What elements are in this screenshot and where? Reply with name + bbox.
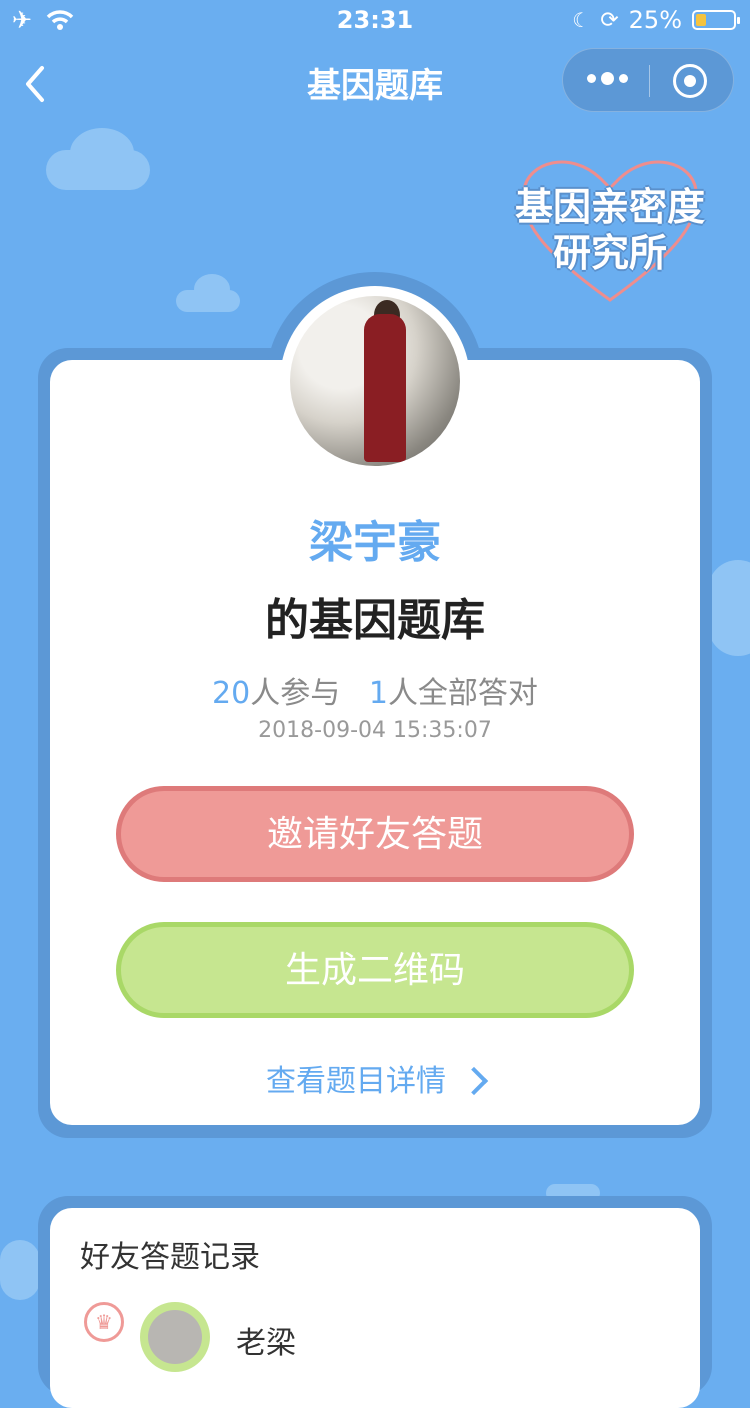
cloud-decoration xyxy=(70,128,134,178)
chevron-right-icon xyxy=(459,1066,489,1095)
user-name: 梁宇豪 xyxy=(309,517,441,568)
battery-percent: 25% xyxy=(628,6,682,34)
battery-icon xyxy=(692,10,740,30)
participants-label: 人参与 xyxy=(250,676,341,711)
mini-program-capsule xyxy=(562,48,734,112)
logo: 基因亲密度 研究所 xyxy=(500,150,720,310)
record-name: 老梁 xyxy=(236,1326,296,1361)
crown-icon: ♛ xyxy=(84,1302,124,1342)
more-icon[interactable] xyxy=(587,72,628,85)
cloud-decoration xyxy=(0,1240,40,1300)
stats-line: 20人参与 1人全部答对 xyxy=(0,668,750,712)
logo-line2: 研究所 xyxy=(552,231,667,275)
rotation-lock-icon: ⟳ xyxy=(600,7,619,33)
status-bar: ✈ 23:31 ☾ ⟳ 25% xyxy=(0,0,750,40)
avatar xyxy=(290,296,460,466)
cloud-decoration xyxy=(194,274,230,304)
record-avatar[interactable] xyxy=(148,1310,202,1364)
invite-friends-button[interactable]: 邀请好友答题 xyxy=(116,786,634,882)
generate-qrcode-button[interactable]: 生成二维码 xyxy=(116,922,634,1018)
participants-count: 20 xyxy=(212,676,251,711)
view-details-label: 查看题目详情 xyxy=(266,1064,446,1099)
close-mini-program-icon[interactable] xyxy=(673,64,707,98)
created-date: 2018-09-04 15:35:07 xyxy=(258,718,492,743)
records-title: 好友答题记录 xyxy=(80,1240,260,1275)
all-correct-label: 人全部答对 xyxy=(387,676,538,711)
moon-icon: ☾ xyxy=(572,8,591,32)
gene-bank-title: 的基因题库 xyxy=(265,595,485,646)
all-correct-count: 1 xyxy=(368,676,388,711)
view-question-details-link[interactable]: 查看题目详情 xyxy=(0,1056,750,1100)
